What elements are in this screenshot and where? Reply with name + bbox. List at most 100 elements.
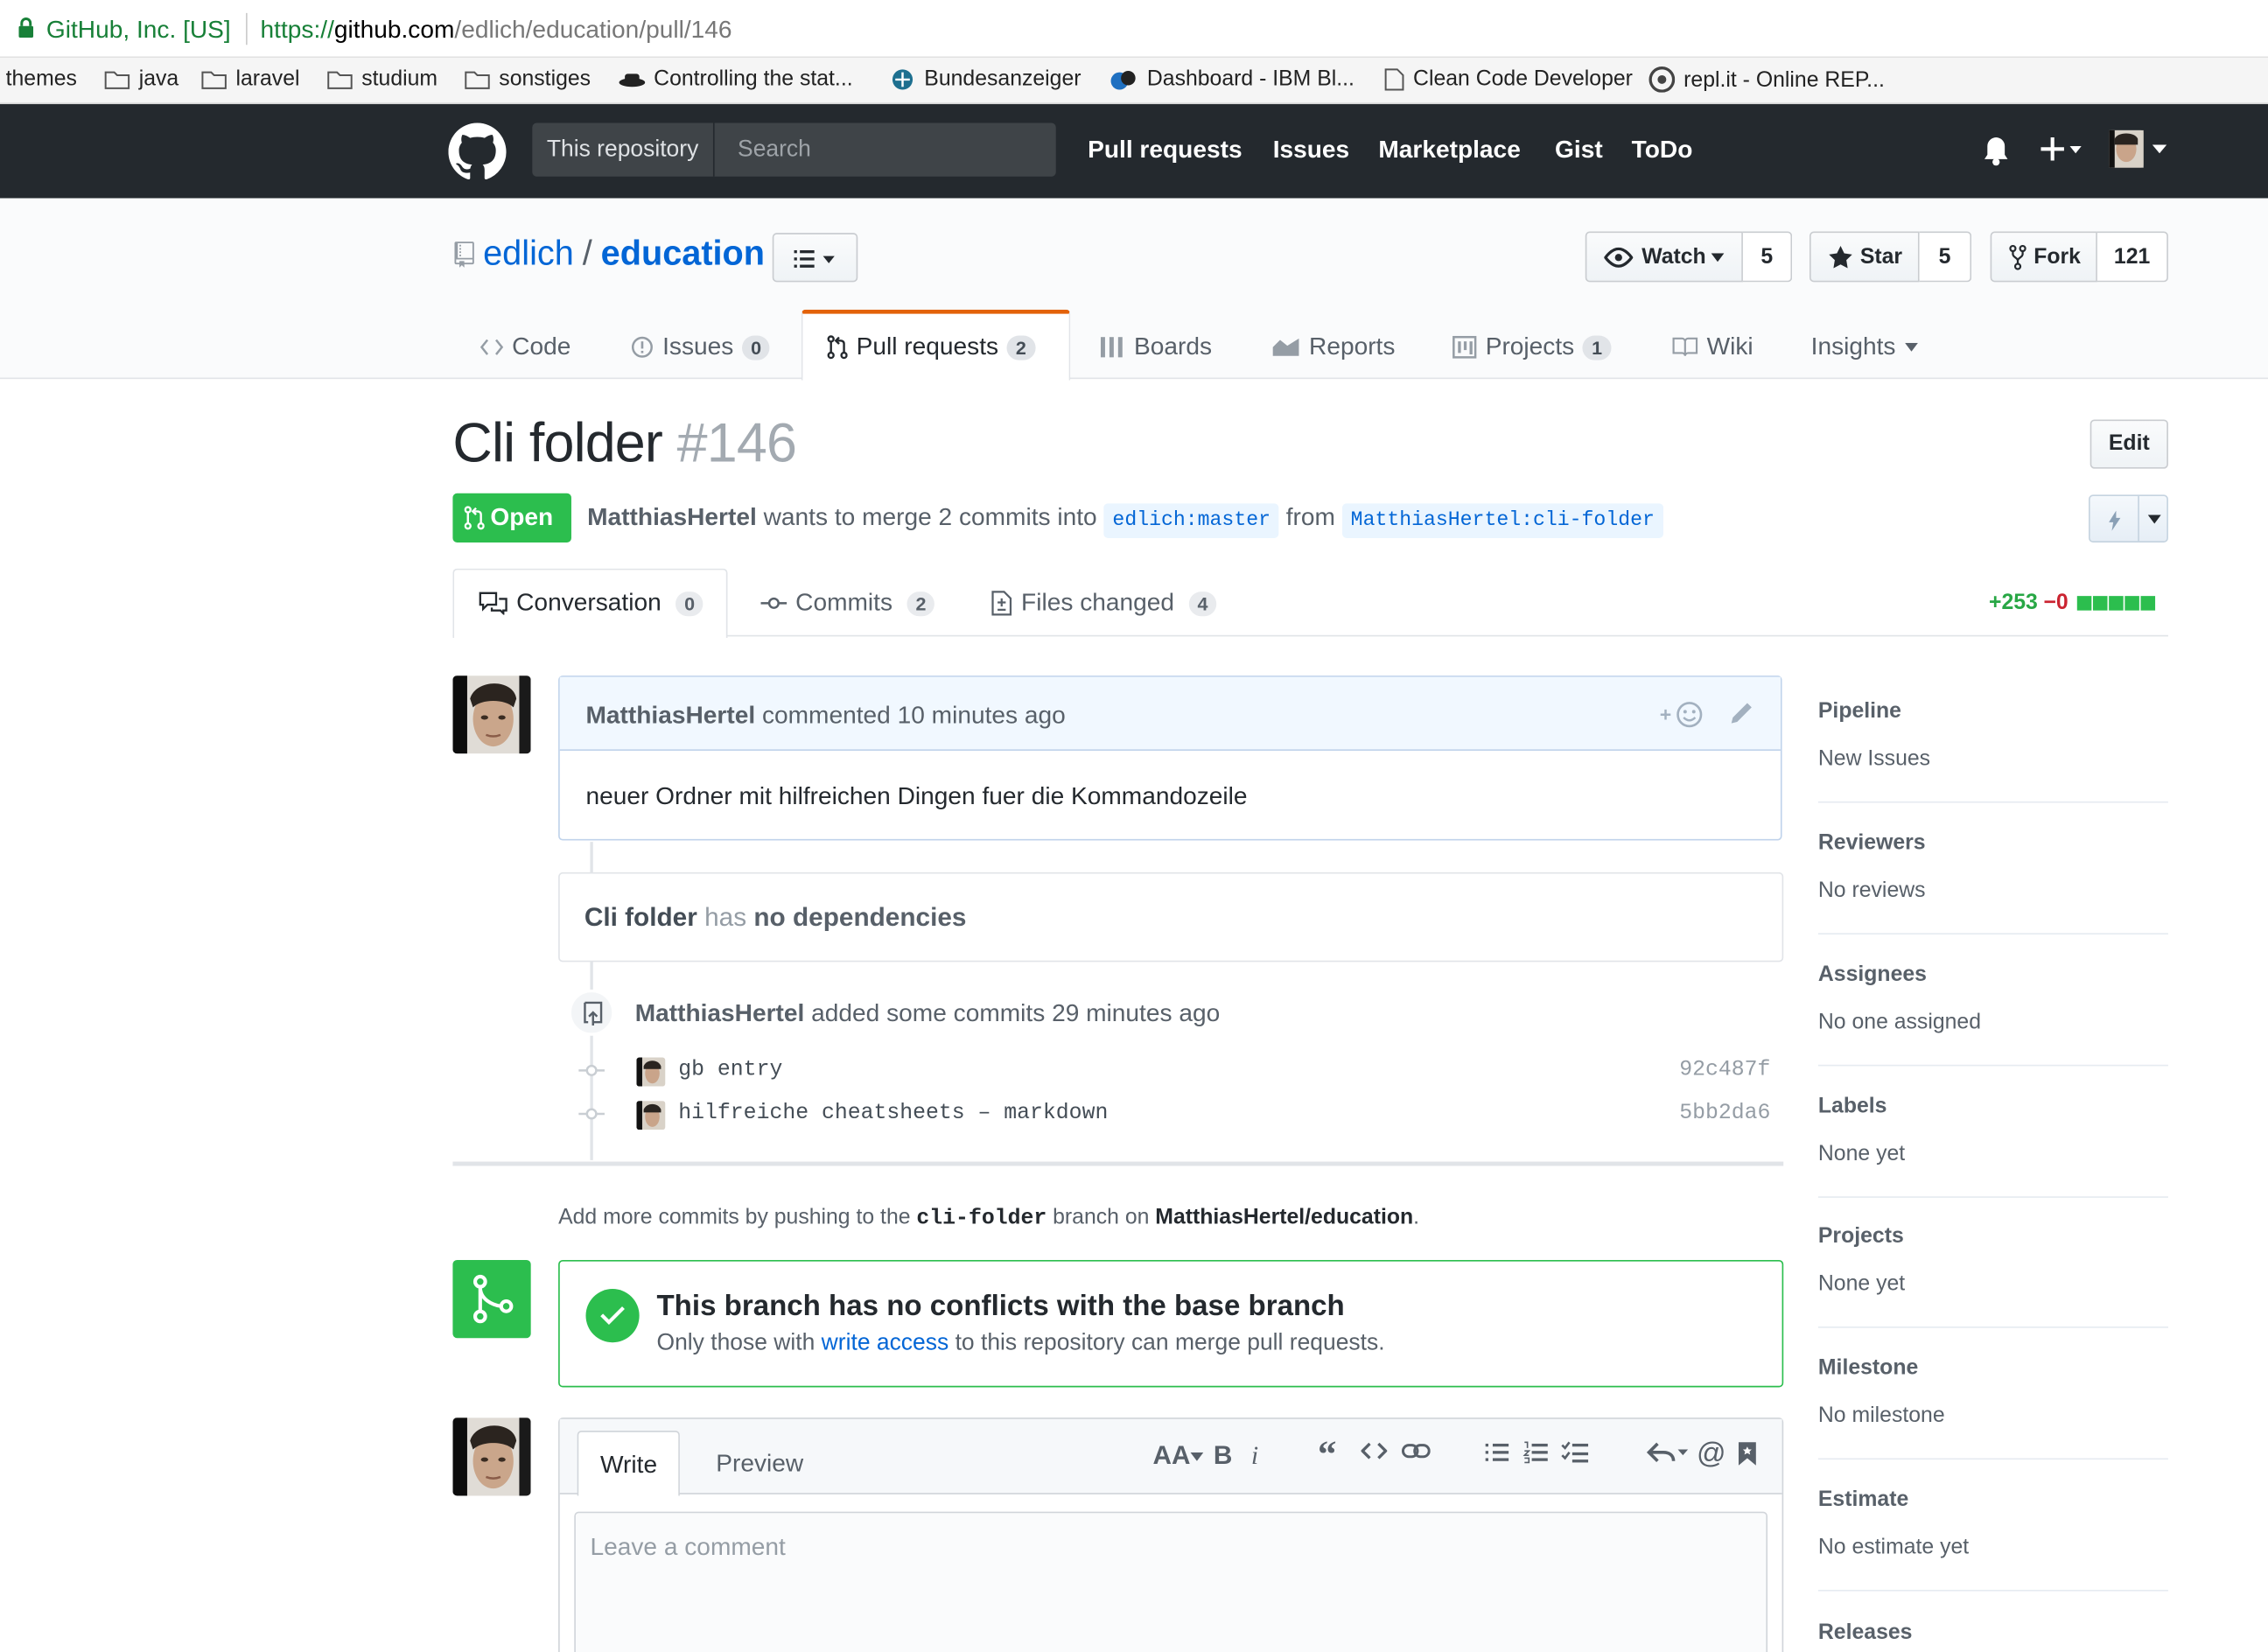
bookmark-themes[interactable]: themes (6, 66, 77, 91)
repo-menu-button[interactable] (772, 233, 858, 283)
sidebar-item-reviewers[interactable]: Reviewers No reviews (1817, 830, 2168, 934)
bookmark-sonstiges[interactable]: sonstiges (465, 66, 591, 91)
nav-issues[interactable]: Issues (1273, 136, 1350, 164)
sidebar-item-pipeline[interactable]: Pipeline New Issues (1817, 698, 2168, 803)
user-avatar[interactable] (2109, 130, 2144, 168)
pencil-icon[interactable] (1728, 700, 1754, 726)
tab-insights[interactable]: Insights (1811, 332, 1918, 361)
commit-sha-link[interactable]: 5bb2da6 (1679, 1101, 1770, 1125)
bookmark-icon[interactable] (1737, 1441, 1757, 1467)
cloud-icon (1110, 70, 1136, 89)
url-text[interactable]: https://github.com/edlich/education/pull… (261, 16, 732, 45)
sidebar-heading: Milestone (1817, 1355, 1919, 1381)
nav-todo[interactable]: ToDo (1632, 136, 1693, 164)
edit-title-button[interactable]: Edit (2090, 419, 2168, 469)
commit-message-link[interactable]: hilfreiche cheatsheets – markdown (678, 1101, 1108, 1125)
commits-event-author-link[interactable]: MatthiasHertel (635, 999, 805, 1026)
tab-files-changed[interactable]: Files changed 4 (990, 589, 1217, 618)
quote-icon[interactable]: “ (1318, 1436, 1336, 1474)
avatar-dropdown-caret-icon[interactable] (2152, 144, 2167, 154)
tab-pull-requests[interactable]: Pull requests 2 (827, 332, 1035, 361)
watch-count[interactable]: 5 (1742, 231, 1793, 283)
bookmark-studium[interactable]: studium (327, 66, 438, 91)
code-icon[interactable] (1361, 1441, 1388, 1461)
star-count[interactable]: 5 (1919, 231, 1972, 283)
bold-icon[interactable]: B (1214, 1441, 1232, 1472)
add-reaction-icon[interactable] (1659, 700, 1708, 729)
avatar[interactable] (452, 1418, 531, 1496)
unordered-list-icon[interactable] (1484, 1441, 1510, 1464)
mention-icon[interactable]: @ (1697, 1439, 1726, 1468)
bookmark-controlling[interactable]: Controlling the stat... (619, 66, 853, 91)
plus-dropdown-icon[interactable] (2040, 135, 2083, 164)
nav-marketplace[interactable]: Marketplace (1378, 136, 1520, 164)
tab-preview[interactable]: Preview (694, 1431, 825, 1495)
merge-status-title: This branch has no conflicts with the ba… (656, 1290, 1345, 1323)
bolt-icon (2109, 510, 2121, 531)
sidebar-item-assignees[interactable]: Assignees No one assigned (1817, 962, 2168, 1067)
commits-event-timestamp[interactable]: 29 minutes ago (1052, 999, 1220, 1026)
base-ref[interactable]: edlich:master (1103, 503, 1279, 539)
sidebar-item-milestone[interactable]: Milestone No milestone (1817, 1355, 2168, 1460)
sidebar-item-projects[interactable]: Projects None yet (1817, 1224, 2168, 1328)
watch-button[interactable]: Watch (1585, 231, 1743, 283)
bookmark-replit[interactable]: repl.it - Online REP... (1648, 66, 1885, 93)
tab-reports[interactable]: Reports (1271, 332, 1395, 361)
github-logo-icon[interactable] (448, 122, 507, 181)
tab-boards[interactable]: Boards (1099, 332, 1212, 361)
nav-pull-requests[interactable]: Pull requests (1088, 136, 1242, 164)
page-title: Cli folder #146 (452, 413, 797, 476)
fork-button[interactable]: Fork (1990, 231, 2097, 283)
eagle-icon (892, 68, 914, 89)
link-icon[interactable] (1401, 1441, 1431, 1461)
italic-icon[interactable]: i (1251, 1441, 1258, 1472)
bookmark-java[interactable]: java (104, 66, 178, 91)
commit-sha-link[interactable]: 92c487f (1679, 1058, 1770, 1082)
comment-header: MatthiasHertel commented 10 minutes ago (559, 676, 1781, 752)
reply-icon[interactable] (1646, 1441, 1690, 1464)
dependencies-box: Cli folder has no dependencies (558, 872, 1784, 962)
search-scope-label[interactable]: This repository (532, 122, 715, 177)
diff-additions: +253 (1988, 590, 2038, 615)
tab-projects[interactable]: Projects 1 (1452, 332, 1611, 361)
zenhub-actions-button[interactable] (2089, 494, 2168, 542)
tab-code[interactable]: Code (480, 332, 570, 361)
tab-write[interactable]: Write (577, 1431, 681, 1496)
caret-down-icon (1711, 253, 1725, 262)
repo-name-link[interactable]: education (601, 234, 765, 275)
avatar[interactable] (452, 676, 531, 754)
repo-owner-link[interactable]: edlich (483, 234, 574, 275)
search-input[interactable] (723, 122, 1054, 177)
write-access-link[interactable]: write access (822, 1331, 949, 1355)
comment-timestamp[interactable]: 10 minutes ago (898, 702, 1066, 729)
bookmark-clean-code[interactable]: Clean Code Developer (1384, 66, 1633, 91)
pull-requests-count: 2 (1006, 334, 1035, 360)
commits-count: 2 (906, 591, 935, 616)
bookmark-dashboard[interactable]: Dashboard - IBM Bl... (1110, 66, 1354, 91)
sidebar-item-estimate[interactable]: Estimate No estimate yet (1817, 1488, 2168, 1592)
tab-wiki[interactable]: Wiki (1672, 332, 1754, 361)
tab-conversation[interactable]: Conversation 0 (479, 589, 704, 618)
ordered-list-icon[interactable] (1522, 1441, 1550, 1464)
head-ref[interactable]: MatthiasHertel:cli-folder (1341, 503, 1663, 539)
sidebar-heading: Pipeline (1817, 698, 1902, 724)
bookmark-laravel[interactable]: laravel (201, 66, 299, 91)
files-changed-count: 4 (1188, 591, 1217, 616)
comment-textarea[interactable] (574, 1511, 1768, 1652)
task-list-icon[interactable] (1561, 1441, 1590, 1464)
bookmark-bundesanzeiger[interactable]: Bundesanzeiger (890, 66, 1082, 91)
comment-author-link[interactable]: MatthiasHertel (585, 702, 755, 729)
pr-author-link[interactable]: MatthiasHertel (587, 503, 757, 530)
tab-commits[interactable]: Commits 2 (760, 589, 935, 618)
sidebar-item-releases[interactable]: Releases (1818, 1620, 2168, 1652)
text-size-icon[interactable]: AA (1152, 1441, 1204, 1472)
fork-count[interactable]: 121 (2096, 231, 2168, 283)
bell-icon[interactable] (1982, 135, 2011, 166)
tab-issues[interactable]: Issues 0 (631, 332, 771, 361)
browser-address-bar[interactable]: GitHub, Inc. [US] https://github.com/edl… (0, 0, 2268, 59)
nav-gist[interactable]: Gist (1555, 136, 1603, 164)
sidebar-item-labels[interactable]: Labels None yet (1817, 1094, 2168, 1198)
pr-title-text: Cli folder (452, 413, 663, 475)
commit-message-link[interactable]: gb entry (678, 1058, 782, 1082)
star-button[interactable]: Star (1809, 231, 1920, 283)
